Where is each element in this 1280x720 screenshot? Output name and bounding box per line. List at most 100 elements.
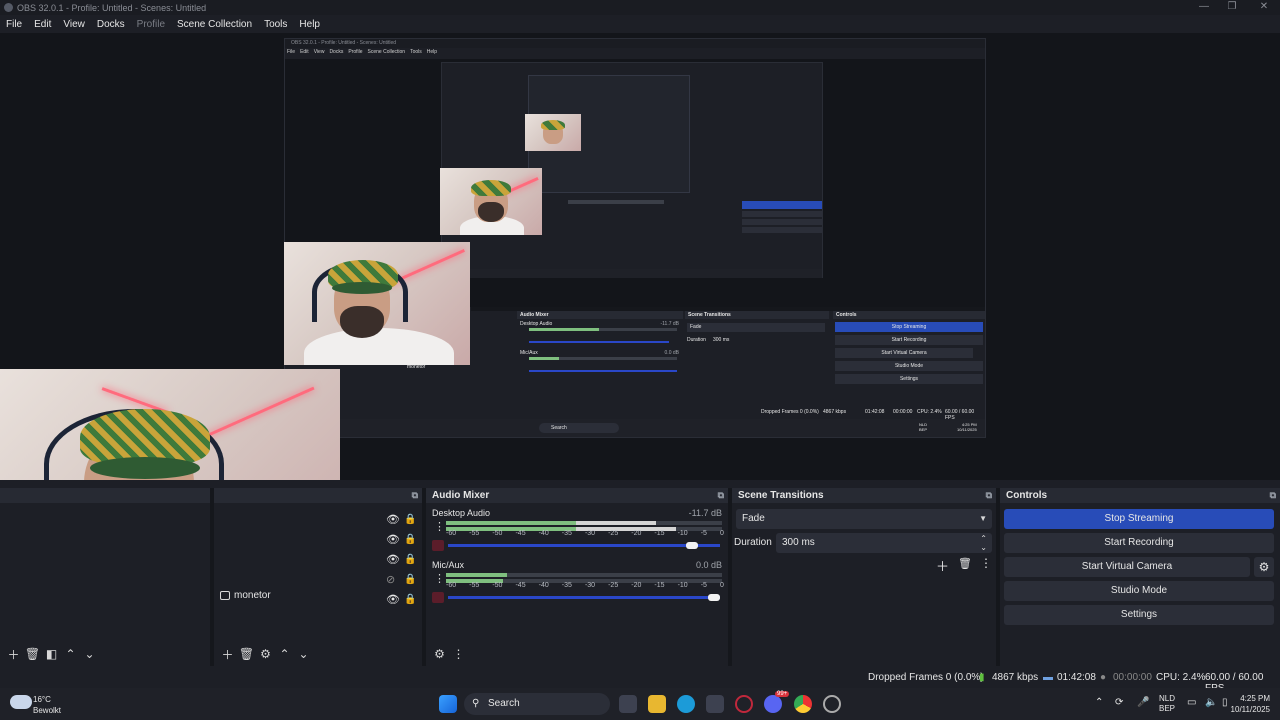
taskbar-search-box[interactable]: ⚲ Search (464, 693, 610, 715)
eye-icon[interactable]: 👁 (386, 530, 400, 550)
volume-icon[interactable]: 🔈 (1205, 697, 1217, 708)
undock-icon[interactable]: ⧉ (1270, 488, 1276, 503)
mic-aux-fader[interactable] (448, 594, 720, 601)
undock-icon[interactable]: ⧉ (718, 488, 724, 503)
weather-widget[interactable]: 16°C Bewolkt (33, 694, 61, 716)
maximize-button[interactable]: ❐ (1216, 0, 1248, 15)
stop-streaming-button[interactable]: Stop Streaming (1004, 509, 1274, 529)
bitrate: 4867 kbps (992, 672, 1039, 683)
transition-select[interactable]: Fade ▼ (736, 509, 992, 529)
program-preview[interactable]: OBS 32.0.1 - Profile: Untitled - Scenes:… (0, 33, 1280, 480)
lock-icon[interactable]: 🔒 (404, 590, 416, 610)
meter-scale-tick: -60 (446, 530, 457, 537)
fader-knob[interactable] (686, 542, 699, 549)
menu-view[interactable]: View (57, 19, 91, 30)
mute-button[interactable] (432, 540, 444, 551)
nested-time: 01:42:08 (865, 409, 885, 415)
nested-controls: Controls Stop Streaming Start Recording … (833, 311, 985, 401)
move-up-icon[interactable]: ⌃ (61, 647, 80, 661)
desktop-audio-fader[interactable] (448, 542, 720, 549)
task-view-icon[interactable] (619, 695, 637, 713)
file-explorer-icon[interactable] (648, 695, 666, 713)
menu-profile[interactable]: Profile (131, 19, 171, 30)
menu-edit[interactable]: Edit (28, 19, 57, 30)
eye-icon[interactable]: 👁 (386, 550, 400, 570)
undock-icon[interactable]: ⧉ (412, 488, 418, 503)
add-transition-icon[interactable]: ＋ (936, 556, 949, 575)
close-button[interactable]: ✕ (1248, 0, 1280, 15)
nested-meter (568, 200, 664, 204)
start-recording-button[interactable]: Start Recording (1004, 533, 1274, 553)
lock-icon[interactable]: 🔒 (404, 550, 416, 570)
remove-scene-icon[interactable]: 🗑 (23, 647, 42, 661)
windows-start-icon[interactable] (439, 695, 457, 713)
remove-transition-icon[interactable]: 🗑 (958, 557, 972, 570)
lock-icon[interactable]: 🔒 (404, 570, 416, 590)
menu-tools[interactable]: Tools (258, 19, 293, 30)
chrome-icon[interactable] (794, 695, 812, 713)
add-scene-icon[interactable]: ＋ (4, 646, 23, 663)
meter-scale-tick: -25 (608, 582, 619, 589)
remove-source-icon[interactable]: 🗑 (237, 647, 256, 661)
store-icon[interactable] (706, 695, 724, 713)
clock[interactable]: 4:25 PM 10/11/2025 (1226, 693, 1270, 715)
menu-file[interactable]: File (0, 19, 28, 30)
source-properties-icon[interactable]: ⚙ (256, 647, 275, 661)
menu-help[interactable]: Help (293, 19, 326, 30)
nested-primary-button (742, 201, 822, 209)
eye-hidden-icon[interactable]: ⊘ (386, 570, 400, 590)
menu-scene-collection[interactable]: Scene Collection (171, 19, 258, 30)
clock-date: 10/11/2025 (1230, 705, 1270, 714)
lock-icon[interactable]: 🔒 (404, 530, 416, 550)
duration-spinbox[interactable]: 300 ms ⌃ ⌄ (776, 533, 992, 553)
obs-taskbar-icon[interactable] (823, 695, 841, 713)
mic-aux-menu-icon[interactable]: ⋮ (434, 572, 445, 585)
source-down-icon[interactable]: ⌄ (294, 647, 313, 661)
menu-docks[interactable]: Docks (91, 19, 131, 30)
mic-aux-label: Mic/Aux (432, 560, 465, 570)
spin-arrows-icon[interactable]: ⌃ ⌄ (980, 534, 987, 552)
meter-scale-tick: -50 (492, 582, 503, 589)
meter-scale-tick: -10 (677, 530, 688, 537)
sync-icon[interactable]: ⟳ (1115, 697, 1123, 708)
nested-status-bar: Dropped Frames 0 (0.0%) 4867 kbps 01:42:… (285, 409, 985, 421)
fader-knob[interactable] (708, 594, 720, 601)
edge-icon[interactable] (677, 695, 695, 713)
tray-chevron-icon[interactable]: ⌃ (1095, 697, 1103, 708)
nested-audio-mixer: Audio Mixer Desktop Audio -11.7 dB Mic/A… (517, 311, 683, 401)
language-indicator[interactable]: NLD BEP (1159, 694, 1175, 714)
settings-button[interactable]: Settings (1004, 605, 1274, 625)
network-icon[interactable]: ▭ (1187, 697, 1196, 708)
discord-icon[interactable] (764, 695, 782, 713)
source-visibility-column: 👁 👁 👁 ⊘ 👁 (386, 510, 400, 610)
start-virtual-camera-button[interactable]: Start Virtual Camera (1004, 557, 1250, 577)
source-item[interactable]: monetor (220, 590, 271, 601)
weather-cloud-icon[interactable] (10, 695, 32, 709)
nested-menu-edit: Edit (300, 49, 309, 55)
studio-mode-button[interactable]: Studio Mode (1004, 581, 1274, 601)
nested-menu-scene-collection: Scene Collection (367, 49, 406, 55)
transition-menu-icon[interactable]: ⋮ (980, 556, 992, 570)
advanced-audio-icon[interactable]: ⚙ (430, 647, 449, 661)
meter-scale-tick: -15 (654, 530, 665, 537)
add-source-icon[interactable]: ＋ (218, 646, 237, 663)
nested-mic-db: 0.0 dB (664, 350, 679, 356)
mixer-menu-icon[interactable]: ⋮ (449, 647, 468, 661)
microphone-icon[interactable]: 🎤 (1137, 697, 1149, 708)
display-source-icon (220, 591, 230, 600)
opera-icon[interactable] (735, 695, 753, 713)
undock-icon[interactable]: ⧉ (986, 488, 992, 503)
virtual-camera-settings-icon[interactable]: ⚙ (1254, 557, 1274, 577)
weather-temp: 16°C (33, 695, 51, 704)
eye-icon[interactable]: 👁 (386, 590, 400, 610)
scene-filter-icon[interactable]: ◧ (42, 647, 61, 661)
lock-icon[interactable]: 🔒 (404, 510, 416, 530)
meter-scale-tick: -50 (492, 530, 503, 537)
nested-preview-1: OBS 32.0.1 - Profile: Untitled - Scenes:… (284, 38, 986, 438)
eye-icon[interactable]: 👁 (386, 510, 400, 530)
meter-scale-tick: -20 (631, 582, 642, 589)
move-down-icon[interactable]: ⌄ (80, 647, 99, 661)
source-up-icon[interactable]: ⌃ (275, 647, 294, 661)
mute-button[interactable] (432, 592, 444, 603)
desktop-audio-menu-icon[interactable]: ⋮ (434, 520, 445, 533)
